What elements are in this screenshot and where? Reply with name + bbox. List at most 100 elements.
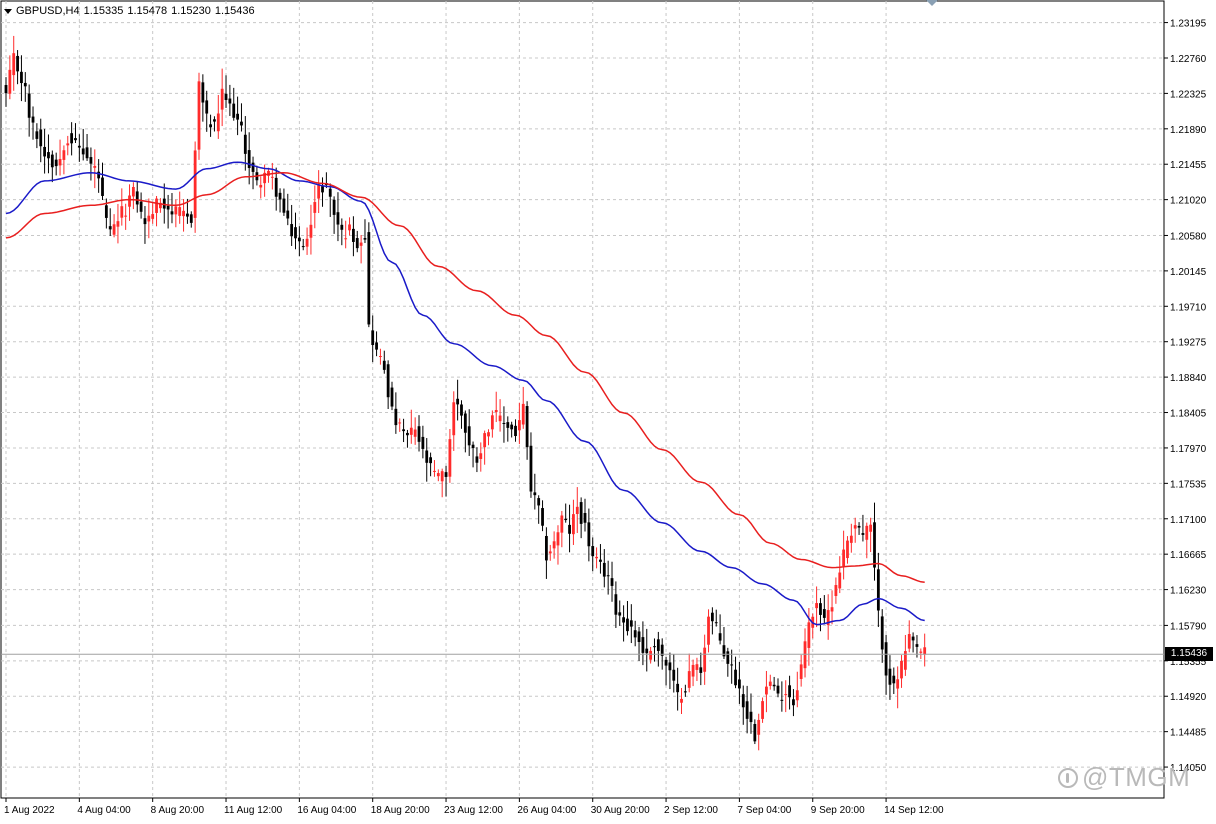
candle-body	[649, 650, 653, 660]
candle-body	[610, 578, 614, 586]
candle-body	[475, 456, 479, 463]
candle-body	[89, 157, 93, 164]
y-tick-label: 1.22760	[1170, 54, 1207, 65]
candle-body	[456, 398, 460, 405]
candle-body	[394, 408, 398, 426]
candle-body	[352, 228, 355, 242]
candle-body	[448, 439, 452, 477]
candle-body	[479, 453, 483, 459]
dropdown-triangle-icon[interactable]	[4, 8, 12, 14]
candle-body	[506, 422, 510, 428]
candle-body	[340, 224, 344, 230]
y-tick-label: 1.14485	[1170, 728, 1207, 739]
candle-body	[74, 138, 77, 141]
candle-body	[178, 207, 182, 216]
candle-body	[799, 664, 803, 679]
candle-body	[498, 415, 502, 422]
candle-body	[579, 502, 583, 524]
candle-body	[849, 535, 853, 543]
candle-body	[197, 81, 201, 150]
candle-body	[170, 211, 174, 215]
candle-body	[93, 165, 97, 168]
candle-body	[795, 690, 799, 701]
candle-body	[139, 201, 143, 212]
candle-body	[564, 518, 568, 521]
candle-body	[355, 238, 359, 249]
candle-body	[232, 103, 236, 118]
candle-body	[348, 224, 351, 231]
candle-body	[757, 719, 761, 735]
candle-body	[43, 146, 46, 157]
candle-body	[641, 637, 645, 653]
candle-body	[236, 113, 239, 120]
candle-body	[487, 432, 490, 437]
candle-body	[332, 199, 336, 215]
candle-body	[699, 667, 703, 673]
candle-body	[131, 186, 135, 197]
candle-body	[471, 444, 475, 449]
candle-body	[66, 143, 70, 146]
candle-body	[143, 218, 147, 225]
y-tick-label: 1.16665	[1170, 550, 1207, 561]
candle-body	[336, 212, 340, 225]
candle-body	[452, 402, 456, 436]
candle-body	[344, 238, 348, 240]
candle-body	[707, 616, 710, 645]
candle-body	[402, 429, 405, 432]
candle-body	[81, 148, 85, 155]
candle-body	[876, 569, 880, 611]
candle-body	[39, 129, 43, 147]
candle-body	[193, 150, 197, 218]
candle-body	[398, 422, 402, 424]
candle-body	[166, 205, 170, 210]
candle-body	[583, 512, 587, 523]
candle-body	[23, 82, 27, 87]
candle-body	[834, 585, 838, 596]
y-tick-label: 1.18405	[1170, 409, 1207, 420]
candle-body	[552, 541, 556, 549]
candle-body	[900, 660, 903, 679]
candle-body	[313, 202, 317, 213]
candle-body	[124, 215, 128, 217]
candle-body	[664, 659, 668, 666]
chart-area[interactable]: 1.23195 1.22760 1.22325 1.21890 1.21455 1.210…	[0, 0, 1216, 824]
candle-body	[888, 668, 892, 685]
x-tick-label: 14 Sep 12:00	[884, 805, 944, 816]
x-tick-label: 16 Aug 04:00	[297, 805, 356, 816]
candle-body	[120, 206, 124, 218]
candle-body	[514, 425, 517, 437]
candle-body	[718, 633, 722, 641]
candle-body	[907, 634, 911, 649]
candle-body	[328, 188, 332, 197]
circle-logo-icon	[1058, 767, 1078, 788]
candle-body	[618, 612, 622, 616]
chart-shift-marker-icon[interactable]	[926, 0, 938, 6]
candle-body	[390, 387, 394, 407]
candle-body	[382, 360, 386, 370]
candle-body	[537, 498, 541, 506]
x-tick-label: 30 Aug 20:00	[591, 805, 650, 816]
candle-body	[483, 433, 487, 448]
candle-body	[517, 420, 521, 431]
price-chart[interactable]: 1.23195 1.22760 1.22325 1.21890 1.21455 1.210…	[0, 0, 1216, 824]
candle-body	[286, 210, 290, 219]
candle-body	[768, 681, 772, 686]
x-tick-label: 1 Aug 2022	[4, 805, 55, 816]
candle-body	[753, 723, 757, 742]
candle-body	[510, 424, 514, 430]
candle-body	[560, 515, 564, 533]
candle-body	[776, 685, 780, 694]
y-tick-label: 1.21455	[1170, 160, 1207, 171]
candle-body	[545, 535, 548, 561]
candle-body	[409, 427, 413, 435]
watermark: @TMGM	[1058, 762, 1190, 793]
candle-body	[251, 162, 255, 172]
candle-body	[433, 470, 436, 472]
candle-body	[35, 131, 39, 139]
y-tick-label: 1.17970	[1170, 444, 1207, 455]
x-tick-label: 26 Aug 04:00	[517, 805, 576, 816]
candle-body	[587, 522, 591, 547]
candle-body	[695, 664, 699, 670]
candle-body	[602, 562, 606, 577]
candle-body	[656, 639, 660, 651]
